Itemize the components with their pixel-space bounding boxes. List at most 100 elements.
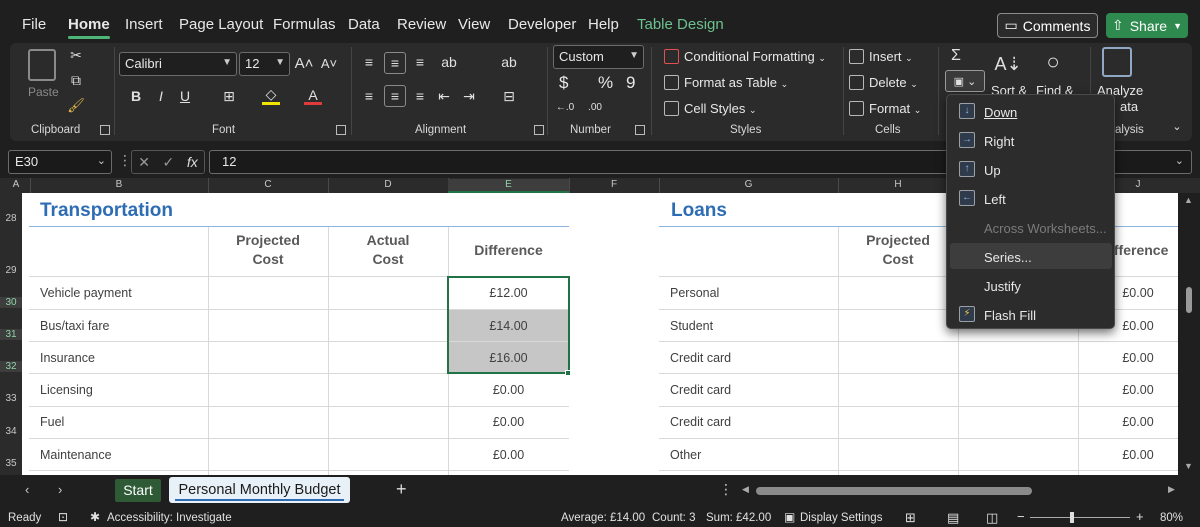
comma-style-icon[interactable]: 9 <box>626 73 635 93</box>
copy-icon[interactable]: ⧉ <box>68 72 84 88</box>
row-label[interactable]: Student <box>670 319 713 333</box>
difference-cell[interactable]: £0.00 <box>1078 351 1178 365</box>
borders-icon[interactable]: ⊞ <box>220 87 238 105</box>
row-label[interactable]: Credit card <box>670 415 731 429</box>
column-header-e[interactable]: E <box>448 179 569 193</box>
zoom-slider-track[interactable] <box>1030 517 1130 518</box>
align-left-icon[interactable]: ≡ <box>360 87 378 105</box>
display-settings-button[interactable]: Display Settings <box>800 512 882 524</box>
scroll-right-icon[interactable]: ▶ <box>1168 484 1175 495</box>
bottom-align-icon[interactable]: ≡ <box>411 53 429 71</box>
tab-formulas[interactable]: Formulas <box>273 16 336 33</box>
comments-button[interactable]: ▭ Comments <box>997 13 1098 38</box>
row-label[interactable]: Personal <box>670 286 719 300</box>
page-layout-view-icon[interactable]: ▤ <box>947 510 959 526</box>
zoom-slider-thumb[interactable] <box>1070 512 1074 523</box>
column-header-a[interactable]: A <box>6 179 26 190</box>
difference-cell[interactable]: £0.00 <box>448 383 569 397</box>
find-select-icon[interactable]: ○ <box>1038 47 1068 77</box>
zoom-in-icon[interactable]: + <box>1136 509 1144 524</box>
collapse-ribbon-icon[interactable]: ⌄ <box>1170 119 1184 133</box>
paste-icon[interactable] <box>28 49 56 81</box>
number-launcher-icon[interactable] <box>635 125 645 135</box>
fill-left-item[interactable]: ← Left <box>950 185 1112 211</box>
column-header-g[interactable]: G <box>659 179 838 190</box>
sheet-tab-start[interactable]: Start <box>115 479 161 502</box>
row-header-35[interactable]: 35 <box>0 458 22 469</box>
grow-font-icon[interactable]: A˄ <box>295 54 314 72</box>
scroll-down-icon[interactable]: ▼ <box>1184 461 1193 471</box>
row-header-34[interactable]: 34 <box>0 426 22 437</box>
fill-color-icon[interactable]: ◇ <box>262 86 280 105</box>
sort-filter-icon[interactable]: A⇣ <box>993 51 1023 77</box>
row-label[interactable]: Credit card <box>670 351 731 365</box>
name-box[interactable]: E30 ⌄ <box>8 150 112 174</box>
column-header-f[interactable]: F <box>569 179 659 190</box>
zoom-level[interactable]: 80% <box>1160 512 1183 524</box>
orientation-icon[interactable]: ab <box>438 53 460 71</box>
row-label[interactable]: Maintenance <box>40 448 112 462</box>
clipboard-launcher-icon[interactable] <box>100 125 110 135</box>
vertical-scroll-thumb[interactable] <box>1186 287 1192 313</box>
row-header-32[interactable]: 32 <box>0 361 22 372</box>
expand-formula-icon[interactable]: ⌄ <box>1175 154 1184 167</box>
enter-icon[interactable]: ✓ <box>163 154 175 171</box>
fill-button[interactable]: ▣ ⌄ <box>945 70 985 92</box>
sheet-tab-personal-monthly-budget[interactable]: Personal Monthly Budget <box>169 477 350 503</box>
tab-insert[interactable]: Insert <box>125 16 163 33</box>
underline-icon[interactable]: U <box>177 87 193 105</box>
page-break-view-icon[interactable]: ◫ <box>986 510 998 526</box>
tab-page-layout[interactable]: Page Layout <box>179 16 263 33</box>
font-color-icon[interactable]: A <box>304 87 322 105</box>
shrink-font-icon[interactable]: A˅ <box>320 54 338 72</box>
difference-cell[interactable]: £0.00 <box>448 448 569 462</box>
share-button[interactable]: ⇧ Share ▼ <box>1106 13 1188 38</box>
italic-icon[interactable]: I <box>153 87 169 105</box>
middle-align-icon[interactable]: ≡ <box>384 52 406 74</box>
insert-function-icon[interactable]: fx <box>187 154 198 170</box>
align-right-icon[interactable]: ≡ <box>411 87 429 105</box>
column-header-b[interactable]: B <box>30 179 208 190</box>
analyze-data-icon[interactable] <box>1102 47 1132 77</box>
top-align-icon[interactable]: ≡ <box>360 53 378 71</box>
tab-help[interactable]: Help <box>588 16 619 33</box>
font-name-combo[interactable]: Calibri ▼ <box>119 52 237 76</box>
more-options-icon[interactable]: ⋮ <box>719 481 733 498</box>
next-sheet-icon[interactable]: › <box>58 482 62 497</box>
font-size-combo[interactable]: 12 ▼ <box>239 52 290 76</box>
row-label[interactable]: Bus/taxi fare <box>40 319 109 333</box>
row-label[interactable]: Other <box>670 448 701 462</box>
format-cells-button[interactable]: Format ⌄ <box>849 101 921 116</box>
insert-cells-button[interactable]: Insert ⌄ <box>849 49 913 64</box>
flash-fill-item[interactable]: ⚡ Flash Fill <box>950 301 1112 327</box>
row-label[interactable]: Fuel <box>40 415 64 429</box>
justify-item[interactable]: Justify <box>950 272 1112 298</box>
tab-file[interactable]: File <box>22 16 46 33</box>
scroll-left-icon[interactable]: ◀ <box>742 484 749 495</box>
font-launcher-icon[interactable] <box>336 125 346 135</box>
currency-icon[interactable]: $ <box>559 73 568 93</box>
column-header-h[interactable]: H <box>838 179 958 190</box>
fill-up-item[interactable]: ↑ Up <box>950 156 1112 182</box>
difference-cell[interactable]: £0.00 <box>1078 415 1178 429</box>
tab-data[interactable]: Data <box>348 16 380 33</box>
row-header-31[interactable]: 31 <box>0 329 22 340</box>
bold-icon[interactable]: B <box>128 87 144 105</box>
prev-sheet-icon[interactable]: ‹ <box>25 482 29 497</box>
cancel-icon[interactable]: ✕ <box>138 154 150 171</box>
column-header-c[interactable]: C <box>208 179 328 190</box>
format-painter-icon[interactable]: 🖌 <box>67 97 85 113</box>
row-header-29[interactable]: 29 <box>0 265 22 276</box>
series-item[interactable]: Series... <box>950 243 1112 269</box>
horizontal-scroll-thumb[interactable] <box>756 487 1032 495</box>
column-header-d[interactable]: D <box>328 179 448 190</box>
vertical-scrollbar[interactable]: ▲ ▼ <box>1178 193 1200 475</box>
decrease-decimal-icon[interactable]: .00 <box>585 98 605 116</box>
increase-indent-icon[interactable]: ⇥ <box>460 87 478 105</box>
percent-icon[interactable]: % <box>598 73 613 93</box>
fill-right-item[interactable]: → Right <box>950 127 1112 153</box>
wrap-text-icon[interactable]: ab <box>500 53 518 71</box>
normal-view-icon[interactable]: ⊞ <box>905 510 916 526</box>
zoom-out-icon[interactable]: − <box>1017 509 1025 524</box>
macro-record-icon[interactable]: ⊡ <box>58 510 68 524</box>
